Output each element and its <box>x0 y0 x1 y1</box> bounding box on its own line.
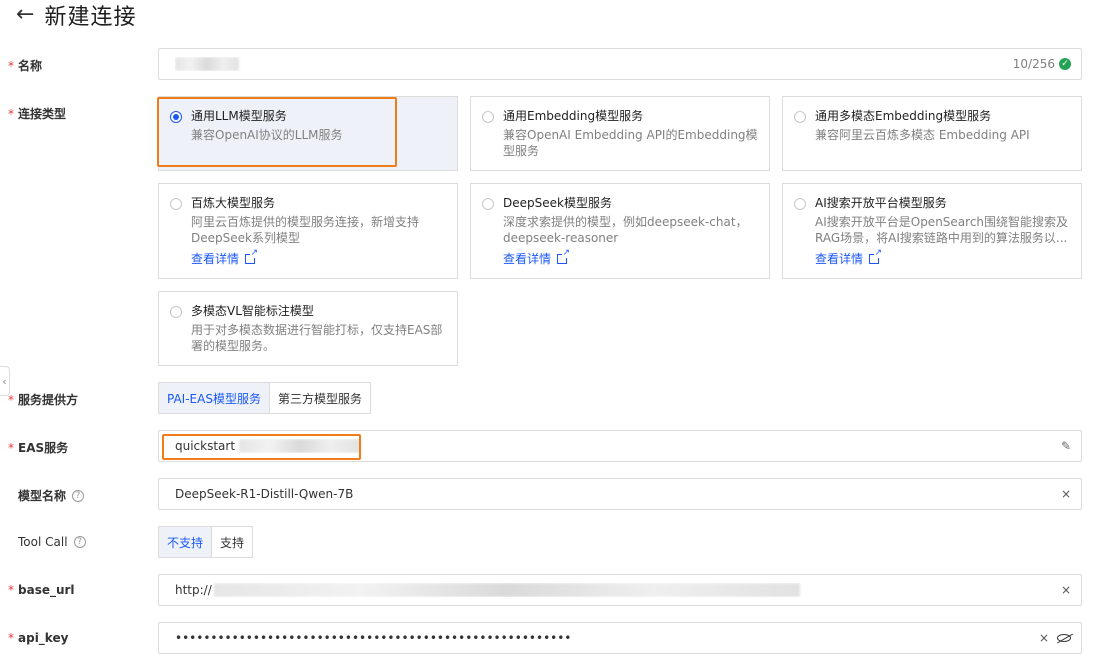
name-input[interactable]: 10/256 ✓ <box>158 48 1082 80</box>
card-desc: 兼容阿里云百炼多模态 Embedding API <box>815 128 1030 142</box>
card-title: 通用LLM模型服务 <box>191 109 287 123</box>
connection-type-card-vl-labeling[interactable]: 多模态VL智能标注模型 用于对多模态数据进行智能打标，仅支持EAS部署的模型服务… <box>158 291 458 366</box>
api-key-label: * api_key <box>8 631 68 645</box>
page-header: ← 新建连接 <box>16 0 137 31</box>
card-desc: AI搜索开放平台是OpenSearch围绕智能搜索及RAG场景，将AI搜索链路中… <box>815 215 1069 245</box>
view-details-link[interactable]: 查看详情 <box>503 248 571 267</box>
external-link-icon <box>557 248 571 264</box>
connection-type-label: * 连接类型 <box>8 105 66 122</box>
required-mark: * <box>8 106 14 121</box>
card-title: AI搜索开放平台模型服务 <box>815 196 947 210</box>
base-url-value: http:// <box>175 583 1053 598</box>
card-desc: 兼容OpenAI Embedding API的Embedding模型服务 <box>503 128 758 158</box>
card-title: 通用多模态Embedding模型服务 <box>815 109 992 123</box>
required-mark: * <box>8 440 14 455</box>
radio[interactable] <box>794 198 806 210</box>
view-details-text: 查看详情 <box>503 252 552 266</box>
close-icon[interactable]: × <box>1061 583 1071 597</box>
card-title: DeepSeek模型服务 <box>503 196 612 210</box>
card-title: 百炼大模型服务 <box>191 196 276 210</box>
eas-service-select[interactable]: quickstart ✎ <box>158 430 1082 462</box>
card-desc: 兼容OpenAI协议的LLM服务 <box>191 128 343 142</box>
tool-call-option-supported[interactable]: 支持 <box>211 526 254 558</box>
provider-label: * 服务提供方 <box>8 391 78 408</box>
question-circle-icon[interactable]: ? <box>73 536 86 548</box>
radio[interactable] <box>482 111 494 123</box>
eas-service-value: quickstart <box>175 439 1061 454</box>
provider-option-third-party[interactable]: 第三方模型服务 <box>268 382 371 414</box>
eas-service-text: quickstart <box>175 438 236 453</box>
base-url-input[interactable]: http:// × <box>158 574 1082 606</box>
required-mark: * <box>8 392 14 407</box>
redacted-name <box>175 57 239 72</box>
provider-segmented: PAI-EAS模型服务 第三方模型服务 <box>158 382 371 414</box>
pencil-icon[interactable]: ✎ <box>1061 439 1071 453</box>
radio[interactable] <box>794 111 806 123</box>
redacted-url <box>213 583 800 598</box>
eas-service-label-text: EAS服务 <box>18 441 69 455</box>
name-char-counter: 10/256 <box>1012 57 1055 71</box>
api-key-label-text: api_key <box>18 631 69 645</box>
tool-call-label-text: Tool Call <box>18 535 68 549</box>
card-desc: 用于对多模态数据进行智能打标，仅支持EAS部署的模型服务。 <box>191 323 443 353</box>
external-link-icon <box>869 248 883 264</box>
eye-off-icon[interactable] <box>1057 634 1071 642</box>
connection-type-card-bailian[interactable]: 百炼大模型服务 阿里云百炼提供的模型服务连接，新增支持DeepSeek系列模型 … <box>158 183 458 279</box>
radio-selected[interactable] <box>170 111 182 123</box>
page-title: 新建连接 <box>44 5 137 30</box>
connection-type-card-deepseek[interactable]: DeepSeek模型服务 深度求索提供的模型，例如deepseek-chat，d… <box>470 183 770 279</box>
radio[interactable] <box>482 198 494 210</box>
card-desc: 深度求索提供的模型，例如deepseek-chat，deepseek-reaso… <box>503 215 748 245</box>
external-link-icon <box>245 248 259 264</box>
back-arrow-icon[interactable]: ← <box>16 4 34 26</box>
api-key-value: ••••••••••••••••••••••••••••••••••••••••… <box>175 631 572 645</box>
tool-call-label: Tool Call ? <box>18 535 86 549</box>
radio[interactable] <box>170 306 182 318</box>
api-key-input[interactable]: ••••••••••••••••••••••••••••••••••••••••… <box>158 622 1082 654</box>
base-url-label: * base_url <box>8 583 75 597</box>
chevron-left-icon: ‹ <box>2 374 7 388</box>
card-title: 多模态VL智能标注模型 <box>191 304 314 318</box>
name-label-text: 名称 <box>18 59 43 73</box>
redacted-service-id <box>239 439 362 454</box>
eas-service-label: * EAS服务 <box>8 439 68 456</box>
connection-type-card-ai-search[interactable]: AI搜索开放平台模型服务 AI搜索开放平台是OpenSearch围绕智能搜索及R… <box>782 183 1082 279</box>
close-icon[interactable]: × <box>1061 487 1071 501</box>
card-title: 通用Embedding模型服务 <box>503 109 644 123</box>
required-mark: * <box>8 58 14 73</box>
name-value <box>175 57 1013 72</box>
card-desc: 阿里云百炼提供的模型服务连接，新增支持DeepSeek系列模型 <box>191 215 420 245</box>
question-circle-icon[interactable]: ? <box>72 489 85 502</box>
provider-label-text: 服务提供方 <box>18 393 79 407</box>
tool-call-option-unsupported[interactable]: 不支持 <box>158 526 213 558</box>
base-url-text: http:// <box>175 582 212 597</box>
radio[interactable] <box>170 198 182 210</box>
connection-type-card-multimodal-embedding[interactable]: 通用多模态Embedding模型服务 兼容阿里云百炼多模态 Embedding … <box>782 96 1082 171</box>
close-icon[interactable]: × <box>1039 631 1049 645</box>
view-details-link[interactable]: 查看详情 <box>191 248 259 267</box>
required-mark: * <box>8 631 14 645</box>
model-name-value: DeepSeek-R1-Distill-Qwen-7B <box>175 487 354 501</box>
check-circle-icon: ✓ <box>1059 58 1071 70</box>
view-details-text: 查看详情 <box>815 252 864 266</box>
connection-type-card-llm[interactable]: 通用LLM模型服务 兼容OpenAI协议的LLM服务 <box>158 96 458 171</box>
view-details-link[interactable]: 查看详情 <box>815 248 883 267</box>
model-name-label: 模型名称 ? <box>18 487 85 504</box>
base-url-label-text: base_url <box>18 583 75 597</box>
tool-call-segmented: 不支持 支持 <box>158 526 254 558</box>
name-label: * 名称 <box>8 57 42 74</box>
model-name-label-text: 模型名称 <box>18 489 67 503</box>
connection-type-label-text: 连接类型 <box>18 107 67 121</box>
view-details-text: 查看详情 <box>191 252 240 266</box>
required-mark: * <box>8 583 14 597</box>
model-name-input[interactable]: DeepSeek-R1-Distill-Qwen-7B × <box>158 478 1082 510</box>
connection-type-card-embedding[interactable]: 通用Embedding模型服务 兼容OpenAI Embedding API的E… <box>470 96 770 171</box>
provider-option-pai-eas[interactable]: PAI-EAS模型服务 <box>158 382 270 414</box>
